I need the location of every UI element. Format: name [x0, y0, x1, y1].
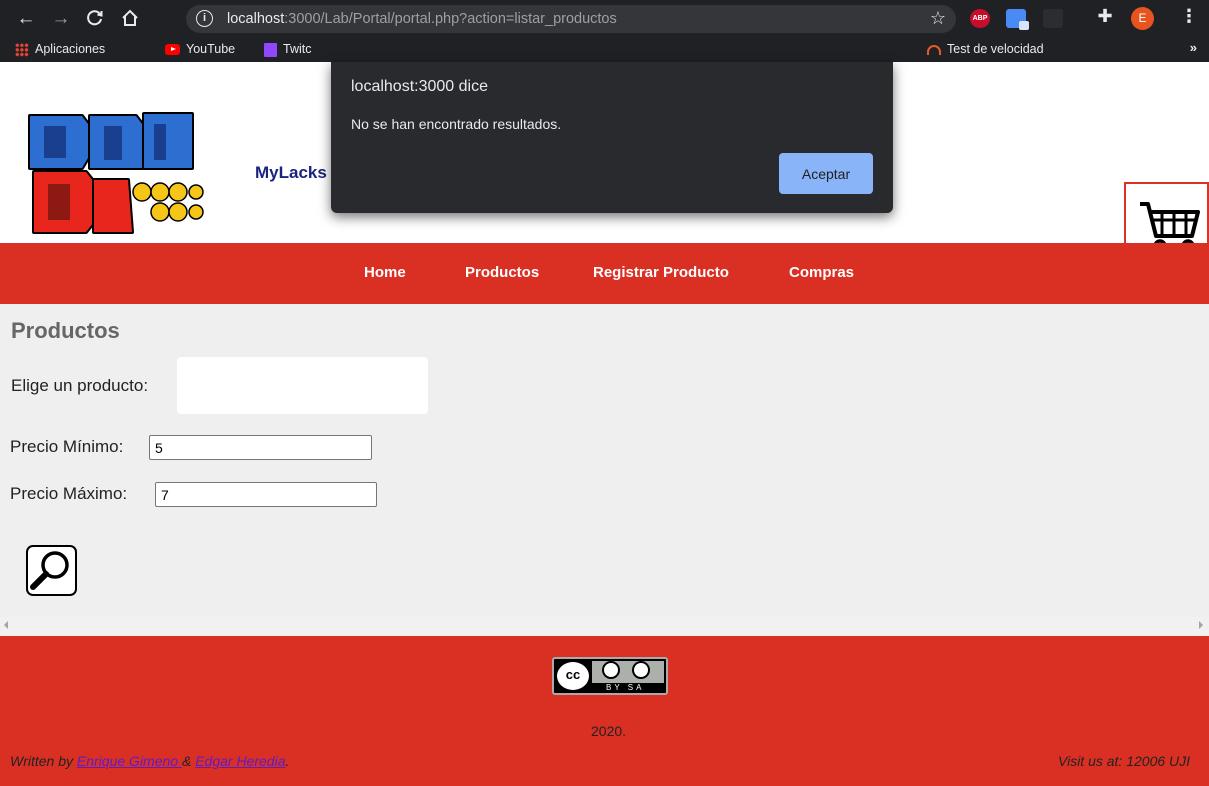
min-price-label: Precio Mínimo: [10, 437, 124, 456]
site-name: MyLacks [255, 163, 327, 182]
nav-compras[interactable]: Compras [789, 264, 854, 281]
author-ampersand: & [181, 753, 192, 769]
bookmark-twitch-label: Twitc [283, 42, 312, 56]
max-price-label: Precio Máximo: [10, 484, 128, 503]
dialog-title: localhost:3000 dice [351, 78, 488, 95]
search-icon [30, 551, 69, 590]
footer-year: 2020. [591, 723, 627, 739]
author-link-enrique[interactable]: Enrique Gimeno [77, 753, 182, 769]
product-select[interactable] [177, 357, 428, 414]
bookmarks-bar: Aplicaciones YouTube Twitc Test de veloc… [0, 36, 1209, 62]
share-alike-icon [632, 661, 650, 679]
bookmark-twitch[interactable]: Twitc [264, 40, 311, 58]
bookmark-star-icon[interactable]: ☆ [930, 8, 946, 29]
forward-arrow-icon[interactable]: → [50, 8, 72, 30]
site-info-icon[interactable]: i [196, 10, 213, 27]
page-title: Productos [11, 318, 120, 343]
nav-productos[interactable]: Productos [465, 264, 539, 281]
extensions-puzzle-icon[interactable]: ✚ [1094, 6, 1116, 26]
accept-button[interactable]: Aceptar [779, 153, 873, 194]
url-path: :3000/Lab/Portal/portal.php?action=lista… [284, 11, 617, 27]
reload-icon-svg [87, 10, 103, 26]
bookmark-youtube-label: YouTube [186, 42, 236, 56]
browser-menu-icon[interactable]: ⋮ [1180, 6, 1198, 26]
twitch-icon [264, 42, 277, 57]
written-by-prefix: Written by [10, 753, 74, 769]
bookmark-youtube[interactable]: YouTube [165, 40, 235, 58]
cc-icon: cc [557, 662, 589, 690]
alert-dialog: localhost:3000 dice No se han encontrado… [331, 62, 893, 213]
profile-avatar[interactable]: E [1131, 7, 1154, 30]
dragon-ball-logo [28, 112, 204, 234]
dialog-message: No se han encontrado resultados. [351, 116, 562, 132]
horizontal-scrollbar[interactable] [0, 617, 1209, 636]
bookmarks-overflow-icon[interactable]: » [1190, 40, 1197, 55]
authors-period: . [285, 753, 290, 769]
scroll-left-arrow-icon[interactable] [4, 621, 8, 629]
apps-grid-icon [15, 42, 29, 57]
nav-registrar-producto[interactable]: Registrar Producto [593, 264, 729, 281]
products-content: Productos Elige un producto: Precio Míni… [0, 304, 1209, 617]
main-navbar: Home Productos Registrar Producto Compra… [0, 243, 1209, 304]
home-icon[interactable] [119, 8, 141, 30]
back-arrow-icon[interactable]: ← [15, 8, 37, 30]
speedometer-icon [927, 44, 941, 55]
min-price-input[interactable] [149, 435, 372, 460]
bookmark-speedtest-label: Test de velocidad [947, 42, 1044, 56]
max-price-input[interactable] [155, 482, 377, 507]
youtube-icon [165, 44, 180, 56]
site-footer: cc BY SA 2020. Written by Enrique Gimeno… [0, 636, 1209, 786]
translate-extension-icon[interactable] [1006, 9, 1029, 30]
browser-chrome: ← → i localhost:3000/Lab/Portal/portal.p… [0, 0, 1209, 62]
browser-toolbar: ← → i localhost:3000/Lab/Portal/portal.p… [0, 0, 1209, 36]
adblock-extension-icon[interactable]: ABP [970, 9, 990, 28]
address-url[interactable]: localhost:3000/Lab/Portal/portal.php?act… [227, 11, 617, 27]
reload-icon[interactable] [84, 8, 106, 30]
license-text: BY SA [606, 683, 645, 692]
author-link-edgar[interactable]: Edgar Heredia [195, 753, 285, 769]
nav-home[interactable]: Home [364, 264, 406, 281]
bookmark-apps-label: Aplicaciones [35, 42, 106, 56]
creative-commons-badge[interactable]: cc BY SA [552, 657, 668, 695]
address-bar[interactable]: i localhost:3000/Lab/Portal/portal.php?a… [186, 5, 956, 33]
footer-authors: Written by Enrique Gimeno & Edgar Heredi… [10, 753, 289, 769]
scroll-right-arrow-icon[interactable] [1199, 621, 1203, 629]
footer-visit: Visit us at: 12006 UJI [1058, 753, 1191, 769]
product-select-label: Elige un producto: [11, 376, 149, 395]
bookmark-apps[interactable]: Aplicaciones [15, 40, 105, 58]
bookmark-speedtest[interactable]: Test de velocidad [927, 40, 1044, 58]
search-button[interactable] [26, 545, 77, 596]
extension-icon[interactable] [1043, 9, 1063, 28]
url-host: localhost [227, 11, 285, 27]
home-icon-svg [122, 9, 138, 26]
attribution-icon [602, 661, 620, 679]
